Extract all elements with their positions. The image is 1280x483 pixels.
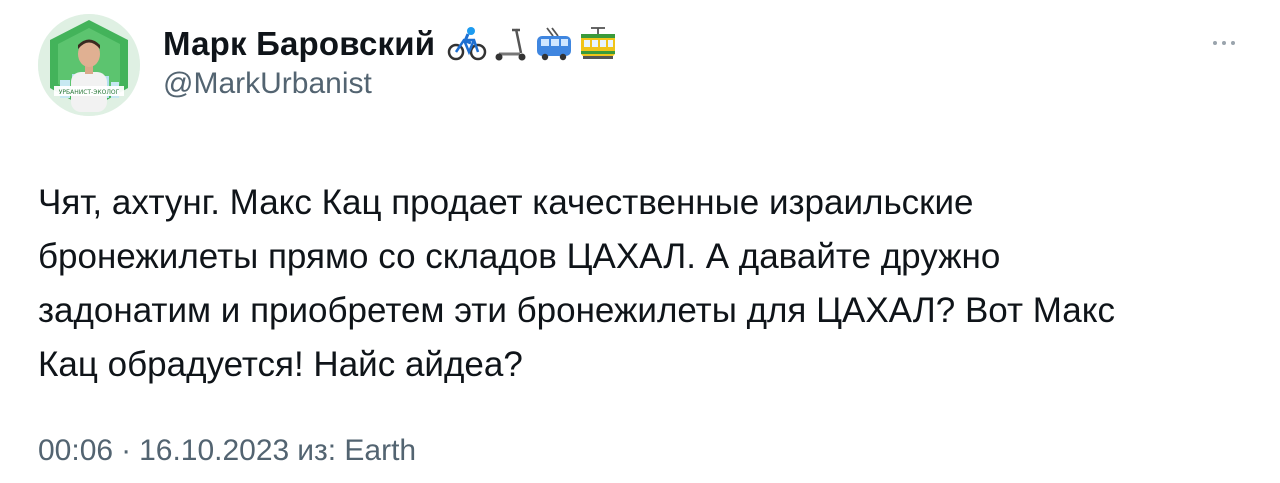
meta-separator: · [121, 434, 132, 467]
tweet-card: УРБАНИСТ-ЭКОЛОГ Марк Баровский @MarkUrba… [0, 0, 1280, 483]
tweet-line: Чят, ахтунг. Макс Кац продает качественн… [38, 183, 974, 222]
tram-icon [581, 27, 616, 59]
tweet-line: задонатим и приобретем эти бронежилеты д… [38, 291, 1115, 330]
ellipsis-icon [1222, 41, 1226, 45]
more-options-button[interactable] [1213, 37, 1247, 49]
ellipsis-icon [1213, 41, 1217, 45]
tweet-line: бронежилеты прямо со складов ЦАХАЛ. А да… [38, 237, 1001, 276]
ellipsis-icon [1231, 41, 1235, 45]
tweet-time[interactable]: 00:06 [38, 434, 113, 468]
tweet-line: Кац обрадуется! Найс айдеа? [38, 345, 523, 384]
trolleybus-icon [537, 27, 572, 61]
tweet-source: из: Earth [297, 434, 417, 467]
name-emojis [447, 26, 617, 62]
author-name-row: Марк Баровский [163, 24, 617, 64]
bicycle-icon [447, 27, 487, 61]
tweet-meta: 00:06 · 16.10.2023 из: Earth [38, 434, 416, 468]
scooter-icon [495, 28, 526, 61]
author-handle[interactable]: @MarkUrbanist [163, 67, 372, 101]
avatar[interactable]: УРБАНИСТ-ЭКОЛОГ [38, 14, 140, 116]
tweet-text: Чят, ахтунг. Макс Кац продает качественн… [38, 176, 1248, 392]
tweet-date[interactable]: 16.10.2023 [139, 434, 289, 468]
avatar-caption: УРБАНИСТ-ЭКОЛОГ [59, 89, 120, 96]
display-name[interactable]: Марк Баровский [163, 25, 435, 63]
